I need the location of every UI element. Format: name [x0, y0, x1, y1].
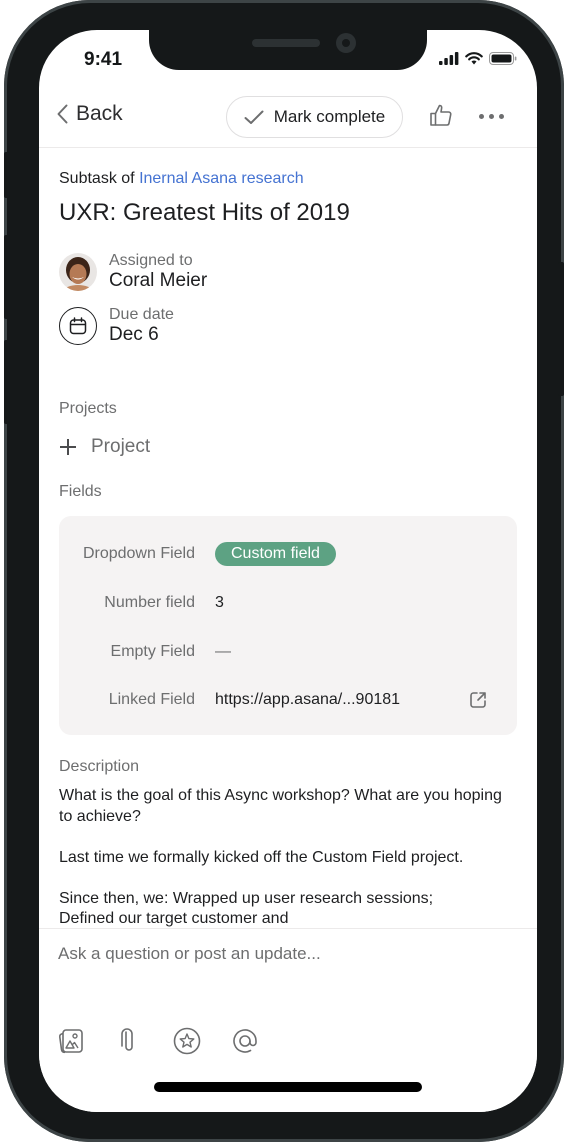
mention-icon[interactable]	[231, 1027, 259, 1055]
description-paragraph: Last time we formally kicked off the Cus…	[59, 848, 464, 866]
status-time: 9:41	[84, 49, 123, 70]
task-nav-bar: Back Mark complete	[39, 90, 537, 148]
like-button[interactable]	[429, 103, 453, 132]
plus-icon	[60, 439, 76, 455]
due-date-value: Dec 6	[109, 324, 159, 345]
chevron-left-icon	[57, 104, 68, 124]
star-icon[interactable]	[173, 1027, 201, 1055]
custom-fields-panel: Dropdown Field Custom field Number field…	[59, 516, 517, 735]
assignee-name: Coral Meier	[109, 270, 208, 291]
subtask-breadcrumb: Subtask of Inernal Asana research	[59, 170, 304, 188]
fields-heading: Fields	[59, 483, 102, 500]
field-label: Empty Field	[110, 643, 195, 660]
parent-task-link[interactable]: Inernal Asana research	[139, 170, 304, 187]
add-project-label: Project	[91, 436, 151, 457]
status-icons	[439, 52, 517, 65]
field-row-linked[interactable]: Linked Field https://app.asana/...90181	[59, 685, 517, 715]
power-button	[558, 262, 564, 396]
field-label: Number field	[104, 594, 195, 611]
field-value[interactable]: —	[215, 643, 231, 661]
projects-heading: Projects	[59, 400, 117, 417]
attachment-icon[interactable]	[115, 1027, 143, 1055]
volume-up-button	[4, 235, 10, 319]
thumbs-up-icon	[430, 104, 452, 126]
description-heading: Description	[59, 758, 140, 775]
notch	[149, 30, 427, 70]
mark-complete-label: Mark complete	[273, 107, 386, 126]
field-row-empty[interactable]: Empty Field —	[59, 637, 517, 667]
avatar	[59, 252, 97, 291]
phone-frame: 9:41 Back Mark complete Subtask of Inern…	[4, 0, 564, 1142]
signal-icon	[439, 52, 459, 65]
battery-icon	[489, 52, 517, 65]
due-date-label: Due date	[109, 306, 174, 323]
field-row-dropdown[interactable]: Dropdown Field Custom field	[59, 539, 517, 569]
dropdown-pill[interactable]: Custom field	[215, 542, 336, 566]
task-title[interactable]: UXR: Greatest Hits of 2019	[59, 199, 350, 227]
due-date-row[interactable]: Due date Dec 6	[59, 305, 174, 346]
home-indicator	[154, 1082, 422, 1092]
dot	[499, 114, 504, 119]
field-label: Dropdown Field	[82, 545, 195, 562]
dot	[479, 114, 484, 119]
volume-down-button	[4, 340, 10, 424]
more-options-button[interactable]	[479, 114, 504, 119]
description-paragraph: Defined our target customer and	[59, 910, 289, 927]
back-button[interactable]: Back	[57, 102, 123, 126]
external-link-icon[interactable]	[469, 691, 487, 714]
field-value[interactable]: 3	[215, 594, 224, 612]
checkmark-icon	[244, 110, 264, 124]
field-row-number[interactable]: Number field 3	[59, 588, 517, 618]
description-paragraph: Since then, we: Wrapped up user research…	[59, 889, 434, 907]
photo-icon[interactable]	[57, 1027, 85, 1055]
assignee-row[interactable]: Assigned to Coral Meier	[59, 251, 207, 292]
add-project-button[interactable]: Project	[59, 436, 150, 458]
linked-field-url[interactable]: https://app.asana/...90181	[215, 691, 400, 709]
wifi-icon	[465, 52, 483, 65]
mute-switch	[4, 152, 10, 198]
assignee-label: Assigned to	[109, 252, 193, 269]
speaker	[252, 39, 320, 47]
camera	[336, 33, 356, 53]
subtask-prefix: Subtask of	[59, 170, 135, 187]
description-text[interactable]: What is the goal of this Async workshop?…	[59, 786, 519, 950]
back-label: Back	[76, 102, 123, 125]
calendar-icon	[59, 306, 97, 345]
mark-complete-button[interactable]: Mark complete	[226, 96, 403, 138]
screen: 9:41 Back Mark complete Subtask of Inern…	[39, 30, 537, 1112]
comment-input[interactable]	[58, 939, 518, 969]
description-paragraph: What is the goal of this Async workshop?…	[59, 787, 502, 825]
dot	[489, 114, 494, 119]
composer-toolbar	[57, 1027, 259, 1055]
field-label: Linked Field	[108, 691, 195, 708]
